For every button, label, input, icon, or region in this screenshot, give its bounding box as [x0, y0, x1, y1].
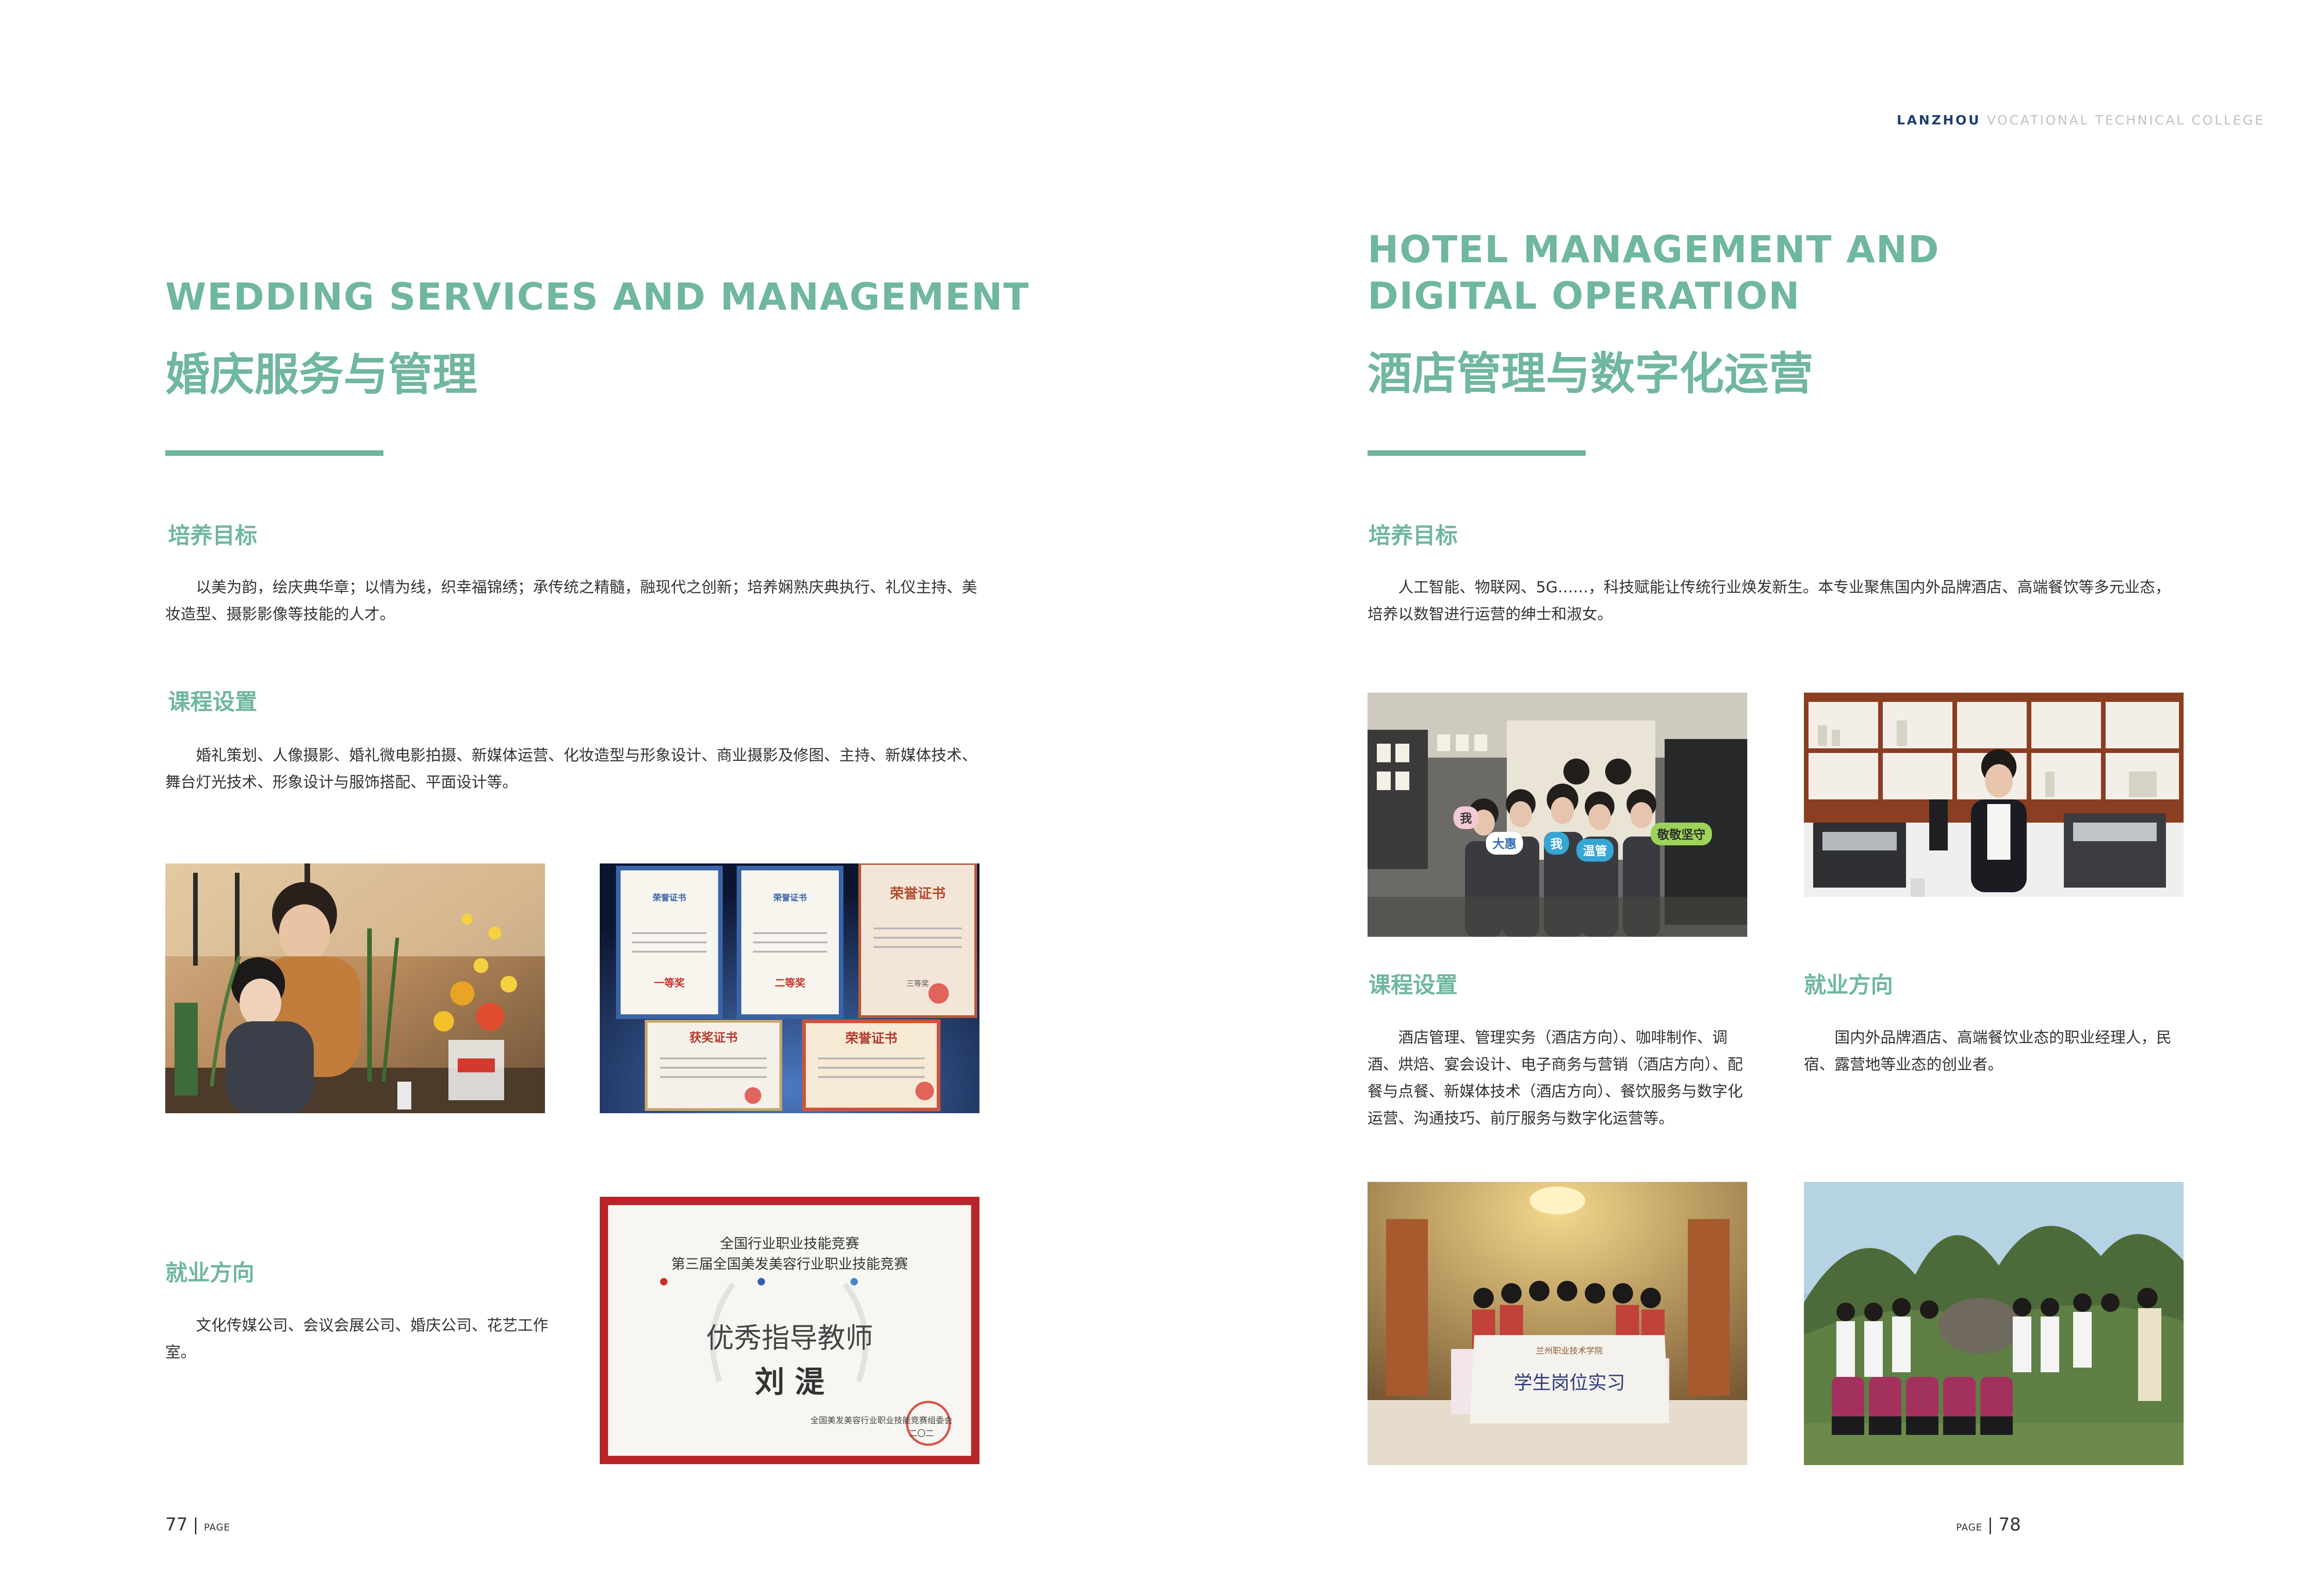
- goal-text: 人工智能、物联网、5G……，科技赋能让传统行业焕发新生。本专业聚焦国内外品牌酒店…: [1368, 578, 2171, 623]
- sign-1: 我: [1453, 806, 1479, 829]
- brand-light: VOCATIONAL TECHNICAL COLLEGE: [1987, 112, 2265, 128]
- course-text: 婚礼策划、人像摄影、婚礼微电影拍摄、新媒体运营、化妆造型与形象设计、商业摄影及修…: [165, 746, 977, 791]
- page-title-en-line1: HOTEL MANAGEMENT AND: [1368, 228, 1940, 271]
- page-divider: [195, 1517, 197, 1534]
- sign-3: 我: [1544, 832, 1569, 855]
- page-title-cn: 婚庆服务与管理: [165, 349, 477, 401]
- sign-4: 温管: [1576, 839, 1614, 862]
- sign-5: 敬敬坚守: [1651, 823, 1712, 845]
- page-title-en-line2: DIGITAL OPERATION: [1368, 274, 1801, 318]
- goal-heading: 培养目标: [1368, 523, 1458, 549]
- cert-top-line1: 全国行业职业技能竞赛: [720, 1236, 859, 1252]
- flower-arranging-photo: [165, 863, 545, 1113]
- barista-photo: [1804, 693, 2184, 937]
- title-underline: [165, 450, 383, 456]
- college-brand: LANZHOU VOCATIONAL TECHNICAL COLLEGE: [1897, 112, 2265, 128]
- banner-text: 学生岗位实习: [1514, 1372, 1625, 1394]
- career-text: 国内外品牌酒店、高端餐饮业态的职业经理人，民宿、露营地等业态的创业者。: [1804, 1028, 2172, 1073]
- honor-certificates-collage: 荣誉证书 一等奖 荣誉证书 二等奖 荣誉证书 三等奖 获奖证书 荣誉证书: [600, 863, 979, 1113]
- page-number-left: 77 PAGE: [165, 1514, 230, 1535]
- honor-cert-2-rank: 二等奖: [774, 977, 805, 989]
- honor-cert-3-title: 荣誉证书: [890, 886, 946, 902]
- page-number: 77: [165, 1514, 188, 1535]
- page-title-en: WEDDING SERVICES AND MANAGEMENT: [165, 275, 1030, 318]
- students-signs-photo: 我 大惠 我 温管 敬敬坚守: [1368, 693, 1747, 937]
- internship-lobby-photo: 兰州职业技术学院 学生岗位实习: [1368, 1182, 1747, 1465]
- title-underline: [1368, 450, 1586, 456]
- course-text: 酒店管理、管理实务（酒店方向）、咖啡制作、调酒、烘焙、宴会设计、电子商务与营销（…: [1368, 1028, 1743, 1127]
- career-text: 文化传媒公司、会议会展公司、婚庆公司、花艺工作室。: [165, 1316, 548, 1361]
- banner-school: 兰州职业技术学院: [1536, 1346, 1603, 1356]
- cert-year: 二〇二: [909, 1429, 934, 1439]
- career-heading: 就业方向: [1804, 972, 1893, 998]
- goal-text: 以美为韵，绘庆典华章；以情为线，织幸福锦绣；承传统之精髓，融现代之创新；培养娴熟…: [165, 578, 977, 623]
- honor-cert-1-title: 荣誉证书: [653, 893, 686, 903]
- page-title-cn: 酒店管理与数字化运营: [1368, 348, 1813, 400]
- right-page: LANZHOU VOCATIONAL TECHNICAL COLLEGE HOT…: [1168, 0, 2321, 1596]
- goal-heading: 培养目标: [168, 523, 258, 549]
- cert-award: 优秀指导教师: [706, 1322, 873, 1355]
- honor-cert-3-rank: 三等奖: [906, 979, 929, 988]
- course-heading: 课程设置: [168, 689, 258, 715]
- honor-cert-4-title: 获奖证书: [689, 1031, 738, 1045]
- honor-cert-5-title: 荣誉证书: [845, 1031, 897, 1046]
- outdoor-group-photo: [1804, 1182, 2184, 1465]
- cert-name: 刘 湜: [754, 1365, 825, 1400]
- page-divider: [1990, 1517, 1991, 1534]
- career-heading: 就业方向: [165, 1260, 255, 1286]
- cert-top-line2: 第三届全国美发美容行业职业技能竞赛: [671, 1256, 908, 1272]
- page-label: PAGE: [1956, 1522, 1983, 1533]
- page-label: PAGE: [204, 1522, 230, 1533]
- page-number: 78: [1998, 1514, 2021, 1535]
- course-heading: 课程设置: [1368, 972, 1458, 998]
- honor-cert-2-title: 荣誉证书: [773, 893, 807, 903]
- cert-issuer: 全国美发美容行业职业技能竞赛组委会: [810, 1416, 953, 1426]
- brand-bold: LANZHOU: [1897, 112, 1981, 128]
- sign-2: 大惠: [1486, 832, 1524, 855]
- honor-cert-1-rank: 一等奖: [654, 977, 685, 989]
- page-number-right: PAGE 78: [1956, 1514, 2021, 1535]
- left-page: WEDDING SERVICES AND MANAGEMENT 婚庆服务与管理 …: [0, 0, 1168, 1596]
- instructor-certificate: 全国行业职业技能竞赛 第三届全国美发美容行业职业技能竞赛 优秀指导教师 刘 湜 …: [600, 1197, 979, 1464]
